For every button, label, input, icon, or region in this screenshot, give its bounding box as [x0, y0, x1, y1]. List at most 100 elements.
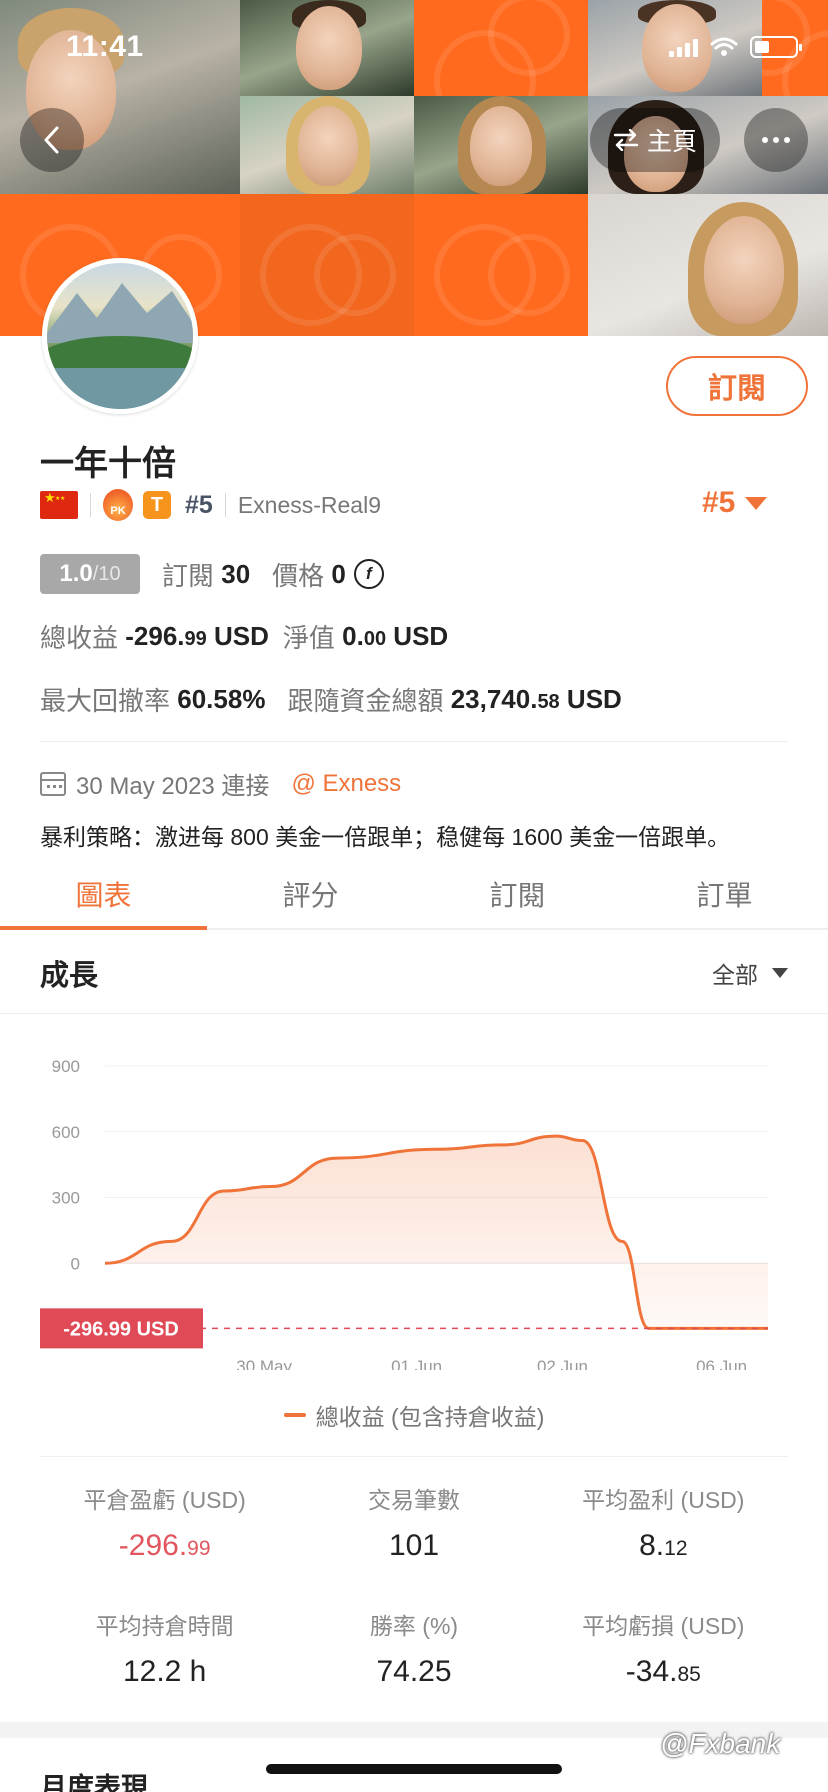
stat-avg-loss: 平均虧損 (USD) -34.85 — [539, 1607, 788, 1733]
growth-title: 成長 — [40, 959, 99, 992]
connected-date: 30 May 2023 連接 — [76, 773, 270, 800]
equity-decimal: 00 — [363, 628, 387, 650]
score-denominator: /10 — [92, 562, 121, 585]
chart-legend: 總收益 (包含持倉收益) — [0, 1398, 828, 1432]
connect-row: 30 May 2023 連接 @ Exness — [40, 766, 401, 801]
period-filter-dropdown[interactable]: 全部 — [712, 956, 788, 990]
tab-rating[interactable]: 評分 — [207, 860, 414, 928]
stat-label: 平均盈利 (USD) — [582, 1487, 745, 1513]
divider — [90, 493, 91, 517]
avatar-landscape-image — [47, 283, 193, 409]
y-tick-label: 300 — [52, 1189, 80, 1208]
y-tick-label: 900 — [52, 1057, 80, 1076]
score-value: 1.0 — [59, 560, 93, 587]
price-value: 0 — [331, 558, 346, 589]
x-tick-label: 02 Jun — [537, 1357, 588, 1370]
legend-label: 總收益 (包含持倉收益) — [315, 1404, 545, 1430]
server-name: Exness-Real9 — [237, 491, 381, 518]
dot — [773, 137, 779, 143]
signal-icon — [669, 37, 698, 57]
broker-link[interactable]: @ Exness — [291, 770, 401, 798]
monthly-performance-title: 月度表現 — [40, 1773, 148, 1792]
more-options-button[interactable] — [744, 108, 808, 172]
follow-funds-unit: USD — [559, 684, 622, 714]
follow-funds-main: 23,740. — [450, 684, 538, 714]
score-row: 1.0/10 訂閱 30 價格 0 f — [40, 554, 384, 594]
dot — [784, 137, 790, 143]
stat-value: -34.85 — [626, 1655, 701, 1689]
current-value-label: -296.99 USD — [63, 1318, 179, 1340]
price-label: 價格 — [272, 560, 325, 591]
profit-row: 總收益 -296.99 USD 淨值 0.00 USD — [40, 618, 448, 655]
subscribe-button[interactable]: 訂閱 — [666, 356, 808, 416]
banner-tile — [414, 194, 588, 336]
stat-avg-profit: 平均盈利 (USD) 8.12 — [539, 1481, 788, 1607]
back-button[interactable] — [20, 108, 84, 172]
growth-chart: 900 600 300 0 30 May 01 Jun 02 Jun 06 Jun -296.9… — [40, 1057, 768, 1370]
tab-orders[interactable]: 訂單 — [621, 860, 828, 928]
stat-value-main: -296. — [118, 1529, 188, 1562]
caret-down-icon — [772, 967, 788, 978]
score-badge: 1.0/10 — [40, 554, 140, 594]
battery-icon — [750, 36, 802, 58]
swap-icon — [613, 129, 639, 151]
follow-funds-decimal: 58 — [537, 691, 560, 713]
stat-value-main: 8. — [639, 1529, 665, 1562]
subscriptions-label: 訂閱 — [162, 560, 215, 591]
stat-value-decimal: 85 — [677, 1663, 701, 1686]
follow-funds-value: 23,740.58 USD — [451, 684, 622, 715]
home-button-label: 主頁 — [646, 128, 697, 156]
stat-label: 交易筆數 — [367, 1487, 460, 1513]
stat-win-rate: 勝率 (%) 74.25 — [289, 1607, 538, 1733]
stat-label: 平均持倉時間 — [95, 1613, 234, 1639]
home-button[interactable]: 主頁 — [590, 108, 720, 172]
coin-icon: f — [353, 559, 384, 589]
dot — [762, 137, 768, 143]
status-time: 11:41 — [66, 30, 144, 63]
stats-grid: 平倉盈虧 (USD) -296.99 交易筆數 101 平均盈利 (USD) 8… — [40, 1456, 788, 1733]
y-tick-label: 0 — [71, 1254, 80, 1273]
avatar — [42, 258, 198, 414]
legend-swatch — [283, 1413, 306, 1417]
stat-label: 平均虧損 (USD) — [582, 1613, 745, 1639]
calendar-icon — [40, 771, 66, 796]
home-indicator[interactable] — [266, 1764, 562, 1774]
divider — [40, 741, 788, 742]
stat-avg-hold-time: 平均持倉時間 12.2 h — [40, 1607, 289, 1733]
banner-photo — [588, 194, 828, 336]
banner-photo — [240, 96, 414, 194]
rank-dropdown[interactable]: #5 — [702, 486, 768, 520]
status-icons — [669, 36, 802, 58]
t-badge-icon: T — [143, 491, 171, 519]
china-flag-icon — [40, 491, 78, 519]
wifi-icon — [710, 37, 738, 56]
max-drawdown-label: 最大回撤率 — [40, 686, 171, 716]
x-tick-label: 01 Jun — [391, 1357, 442, 1370]
banner-photo — [240, 0, 414, 96]
tab-chart[interactable]: 圖表 — [0, 860, 207, 930]
stat-value: 101 — [388, 1529, 440, 1562]
equity-label: 淨值 — [282, 623, 335, 653]
rank-small: #5 — [185, 490, 213, 519]
watermark: @Fxbank — [660, 1728, 781, 1759]
subscriptions-value: 30 — [221, 558, 251, 589]
strategy-description: 暴利策略：激进每 800 美金一倍跟单；稳健每 1600 美金一倍跟单。 — [40, 824, 731, 850]
stat-value: 12.2 h — [122, 1655, 207, 1688]
chevron-left-icon — [44, 126, 59, 154]
total-profit-decimal: 99 — [184, 628, 207, 650]
follow-funds-label: 跟隨資金總額 — [287, 686, 444, 716]
drawdown-row: 最大回撤率 60.58% 跟隨資金總額 23,740.58 USD — [40, 681, 622, 718]
x-tick-label: 06 Jun — [696, 1357, 747, 1370]
y-tick-label: 600 — [52, 1123, 80, 1142]
stat-value: 8.12 — [639, 1529, 687, 1563]
tab-subscribe[interactable]: 訂閱 — [414, 860, 621, 928]
stat-label: 勝率 (%) — [369, 1613, 459, 1639]
trader-name: 一年十倍 — [40, 445, 176, 483]
banner-tile — [240, 194, 414, 336]
growth-header: 成長 全部 — [0, 932, 828, 1014]
equity-unit: USD — [386, 621, 449, 651]
caret-down-icon — [745, 496, 768, 510]
banner-tile — [414, 0, 588, 96]
stat-value-main: -34. — [625, 1655, 678, 1688]
stat-label: 平倉盈虧 (USD) — [83, 1487, 246, 1513]
